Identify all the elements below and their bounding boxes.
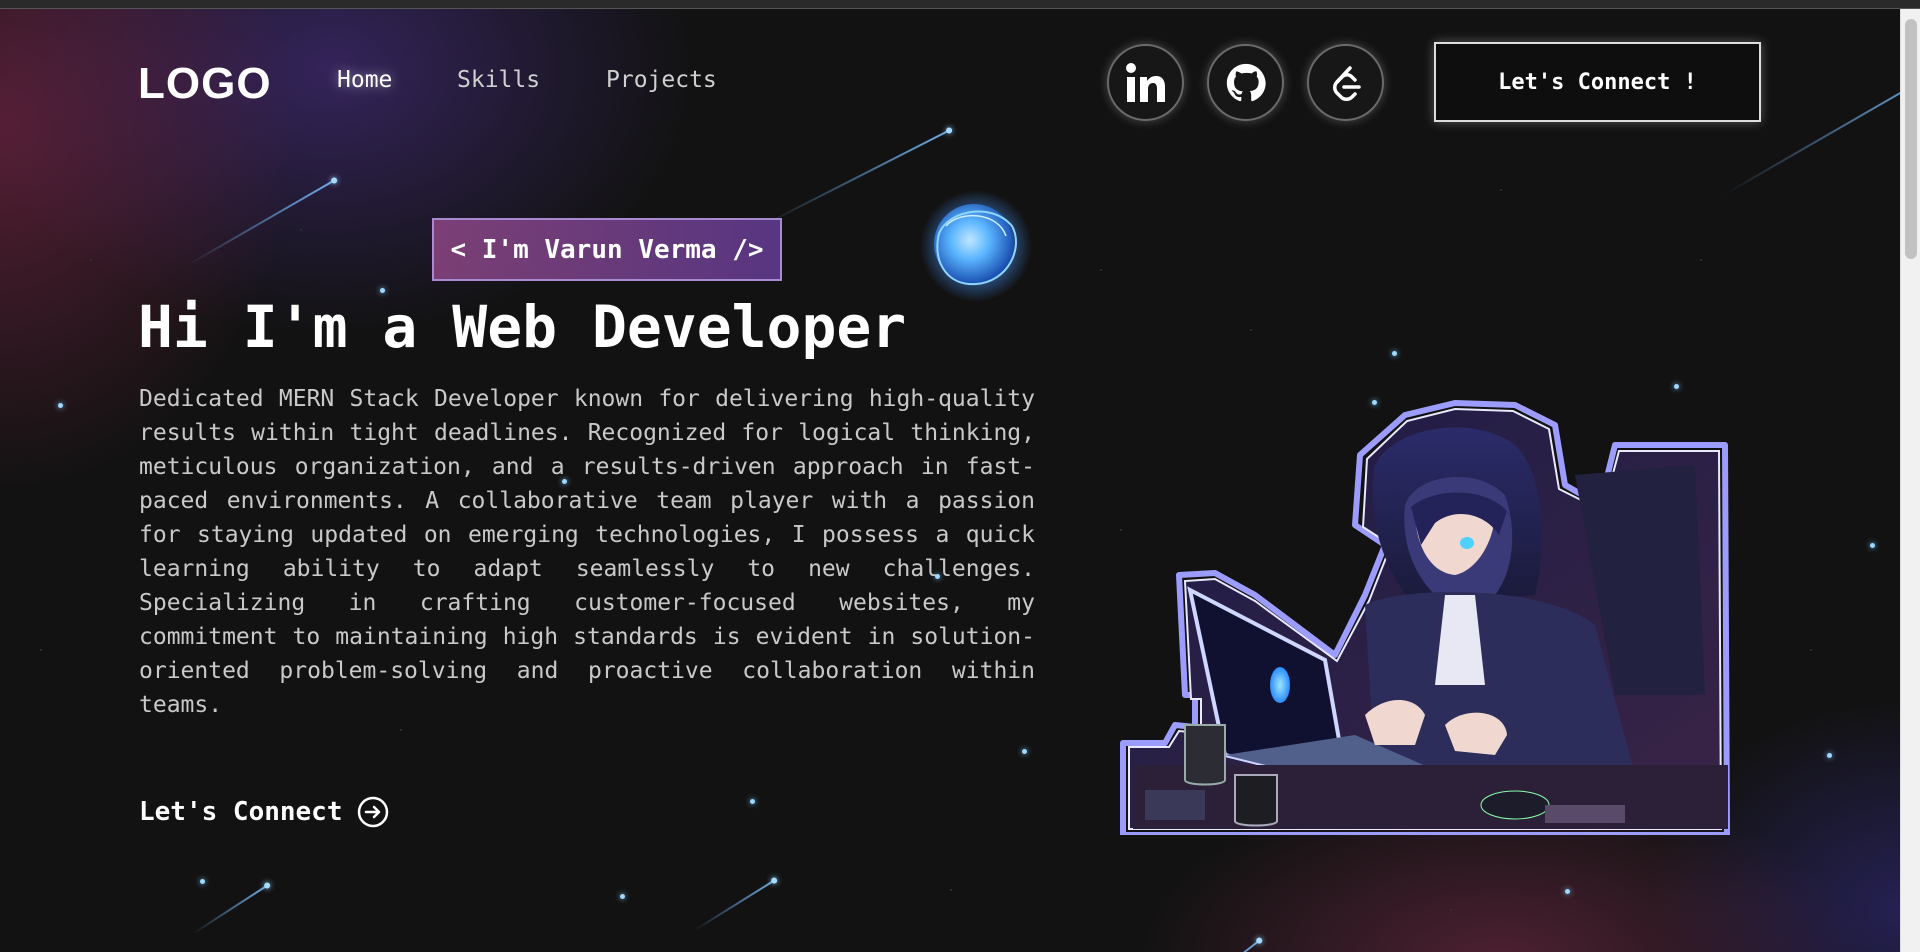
scrollbar-thumb[interactable]	[1905, 19, 1917, 259]
nav-link-projects[interactable]: Projects	[606, 67, 717, 93]
meteor	[1188, 939, 1261, 952]
star	[750, 799, 755, 804]
linkedin-icon	[1125, 62, 1165, 102]
top-navbar: LOGO Home Skills Projects Let's Connect …	[0, 9, 1900, 154]
arrow-right-circle-icon	[357, 796, 388, 828]
star	[1565, 889, 1570, 894]
star	[1022, 749, 1027, 754]
dust	[950, 889, 952, 891]
nav-link-home[interactable]: Home	[337, 67, 392, 93]
star	[1870, 543, 1875, 548]
dust	[1450, 909, 1452, 911]
github-icon	[1226, 63, 1266, 101]
dust	[90, 259, 92, 261]
meteor	[191, 884, 269, 935]
hero-illustration	[1115, 395, 1730, 838]
meteor	[187, 179, 336, 266]
dust	[1810, 649, 1812, 651]
star	[1674, 384, 1679, 389]
name-tagline: < I'm Varun Verma />	[432, 218, 782, 281]
dust	[1500, 189, 1502, 191]
github-button[interactable]	[1207, 44, 1284, 121]
dust	[1700, 259, 1702, 261]
glowing-planet	[920, 190, 1032, 302]
logo[interactable]: LOGO	[138, 59, 272, 109]
nav-link-skills[interactable]: Skills	[457, 67, 540, 93]
lets-connect-link[interactable]: Let's Connect	[139, 796, 389, 828]
star	[200, 879, 205, 884]
vertical-scrollbar[interactable]	[1900, 9, 1920, 952]
lets-connect-label: Let's Connect	[139, 797, 343, 827]
page-title: Hi I'm a Web Developer	[138, 293, 907, 361]
linkedin-button[interactable]	[1107, 44, 1184, 121]
browser-top-edge	[0, 0, 1920, 9]
dust	[40, 649, 42, 651]
star	[620, 894, 625, 899]
star	[1392, 351, 1397, 356]
dust	[400, 729, 402, 731]
leetcode-button[interactable]	[1307, 44, 1384, 121]
lets-connect-button[interactable]: Let's Connect !	[1434, 42, 1761, 122]
star	[58, 403, 63, 408]
bio-paragraph: Dedicated MERN Stack Developer known for…	[139, 386, 1035, 718]
leetcode-icon	[1332, 65, 1361, 101]
dust	[1100, 269, 1102, 271]
dust	[300, 229, 302, 231]
meteor	[693, 879, 776, 932]
dust	[1250, 329, 1252, 331]
star	[1827, 753, 1832, 758]
